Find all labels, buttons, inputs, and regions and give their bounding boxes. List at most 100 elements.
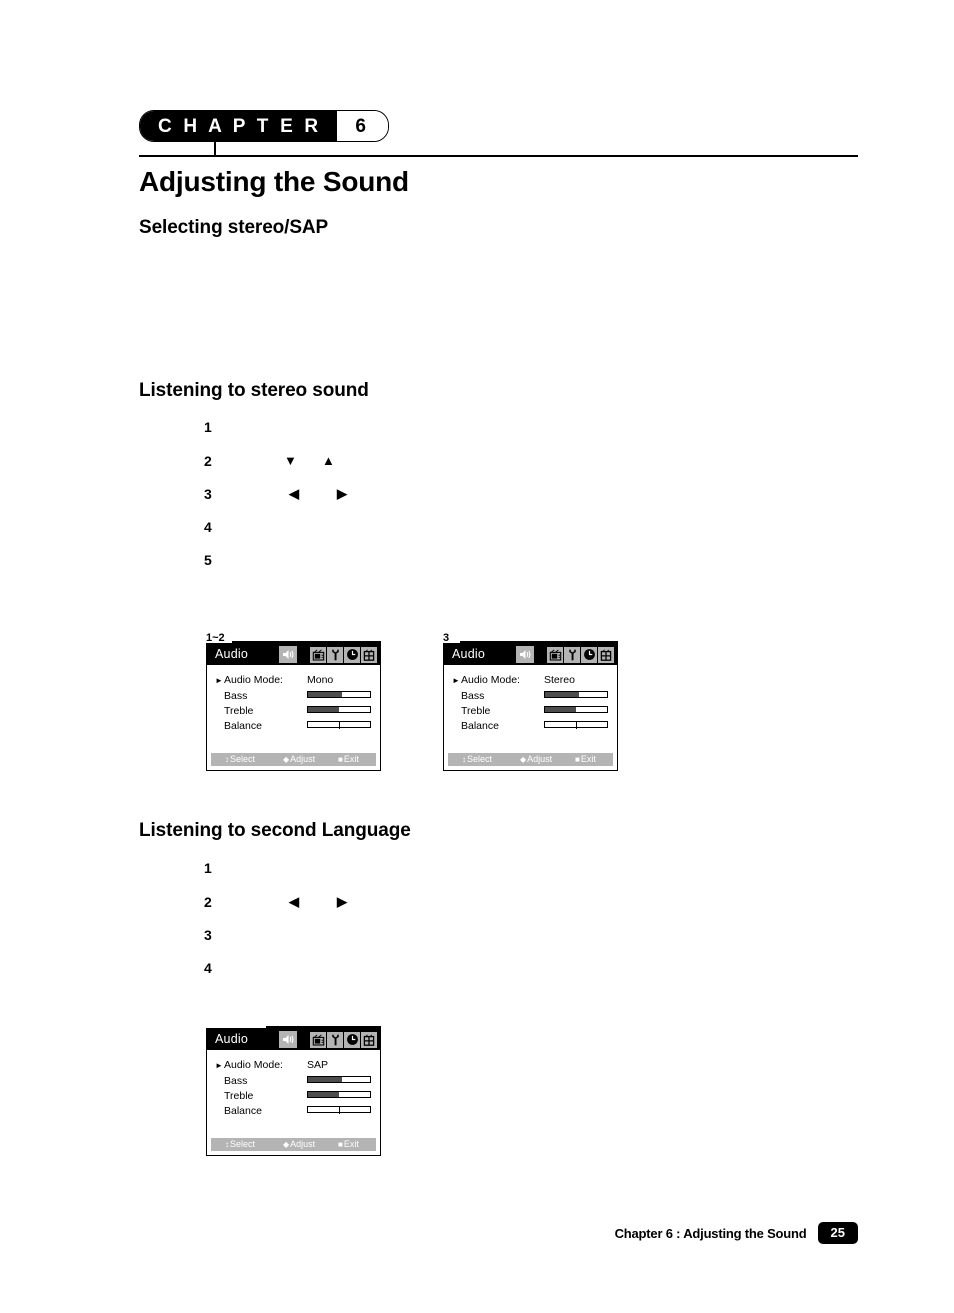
osd-footer-select[interactable]: ↕ Select [225,1140,255,1149]
stop-square-icon: ■ [338,1139,343,1149]
osd-title: Audio [215,647,248,662]
treble-slider[interactable] [307,1091,371,1098]
osd-footer: ↕ Select ◆ Adjust ■ Exit [211,1138,376,1151]
section-heading-stereo: Listening to stereo sound [139,380,369,401]
page-title: Adjusting the Sound [139,166,409,197]
osd-footer-select[interactable]: ↕ Select [462,755,492,764]
speaker-volume-icon[interactable] [279,646,297,663]
osd-value-audio-mode: Stereo [544,674,575,687]
channel-grid-icon[interactable] [598,646,614,663]
arrow-up-icon: ▲ [322,453,335,468]
selection-caret-icon: ► [215,1061,223,1070]
step-number: 2 [204,894,212,910]
step-number: 4 [204,519,212,535]
osd-footer-exit[interactable]: ■ Exit [338,1140,359,1149]
balance-slider[interactable] [544,720,608,729]
osd-footer-select-label: Select [230,754,256,764]
list-item: 4 [204,517,234,537]
bass-slider-fill [308,692,343,697]
stop-square-icon: ■ [575,754,580,764]
osd-body: ► Audio Mode: SAP Bass Treble Balance ↕ … [207,1050,380,1155]
arrow-left-icon: ◀ [289,486,299,501]
osd-label-treble: Treble [224,705,254,718]
page-subtitle: Selecting stereo/SAP [139,217,329,238]
header-tick [214,139,216,156]
list-item: 2 ◀ ▶ [204,892,347,912]
list-item: 1 [204,417,234,437]
balance-slider[interactable] [307,1105,371,1114]
clock-timer-icon[interactable] [581,646,597,663]
osd-footer-exit-label: Exit [343,754,359,764]
osd-footer-select[interactable]: ↕ Select [225,755,255,764]
osd-row-audio-mode[interactable]: ► Audio Mode: Mono [207,674,380,687]
osd-label-balance: Balance [461,720,499,733]
selection-caret-icon: ► [215,676,223,685]
osd-row-audio-mode[interactable]: ► Audio Mode: SAP [207,1059,380,1072]
balance-slider-mark [339,1105,341,1114]
osd-label-treble: Treble [461,705,491,718]
wrench-setup-icon[interactable] [564,646,580,663]
osd-tab-strip[interactable] [547,646,614,663]
channel-grid-icon[interactable] [361,646,377,663]
clock-timer-icon[interactable] [344,646,360,663]
arrow-right-icon: ▶ [337,894,347,909]
osd-panel: Audio [206,1028,381,1156]
tv-icon[interactable] [310,1031,326,1048]
tv-icon[interactable] [547,646,563,663]
osd-label-bass: Bass [224,1075,248,1088]
osd-footer-adjust[interactable]: ◆ Adjust [283,1140,315,1149]
osd-tab-strip[interactable] [310,1031,377,1048]
bass-slider[interactable] [544,691,608,698]
arrow-right-icon: ▶ [337,486,347,501]
osd-footer-exit[interactable]: ■ Exit [338,755,359,764]
osd-row-audio-mode[interactable]: ► Audio Mode: Stereo [444,674,617,687]
osd-label-treble: Treble [224,1090,254,1103]
osd-titlebar: Audio [207,1029,380,1050]
header-rule [139,155,858,157]
osd-label-audio-mode: Audio Mode: [224,1059,283,1072]
step-number: 2 [204,453,212,469]
osd-footer-adjust[interactable]: ◆ Adjust [520,755,552,764]
list-item: 4 [204,958,234,978]
up-down-arrow-icon: ↕ [225,1139,229,1149]
wrench-setup-icon[interactable] [327,1031,343,1048]
list-item: 3 [204,925,234,945]
osd-panel: Audio [206,643,381,771]
osd-title: Audio [452,647,485,662]
osd-footer-adjust[interactable]: ◆ Adjust [283,755,315,764]
treble-slider[interactable] [307,706,371,713]
page-footer-text: Chapter 6 : Adjusting the Sound [614,1225,807,1241]
balance-slider[interactable] [307,720,371,729]
clock-timer-icon[interactable] [344,1031,360,1048]
list-item: 5 [204,550,234,570]
chapter-badge: C H A P T E R 6 [139,110,389,142]
balance-slider-mark [576,720,578,729]
bass-slider[interactable] [307,1076,371,1083]
page-number-badge: 25 [817,1222,858,1244]
speaker-volume-icon[interactable] [279,1031,297,1048]
arrow-down-icon: ▼ [284,453,297,468]
osd-footer: ↕ Select ◆ Adjust ■ Exit [211,753,376,766]
treble-slider[interactable] [544,706,608,713]
osd-footer-exit[interactable]: ■ Exit [575,755,596,764]
osd-footer-select-label: Select [467,754,493,764]
channel-grid-icon[interactable] [361,1031,377,1048]
osd-panel: Audio [443,643,618,771]
osd-label-audio-mode: Audio Mode: [461,674,520,687]
list-item: 2 ▼ ▲ [204,451,335,471]
osd-footer-adjust-label: Adjust [527,754,553,764]
osd-body: ► Audio Mode: Stereo Bass Treble Balance [444,665,617,770]
osd-label-audio-mode: Audio Mode: [224,674,283,687]
speaker-volume-icon[interactable] [516,646,534,663]
osd-figure-stereo: 3 Audio ► Audio Mode: Stereo Bass Treble… [443,632,618,772]
osd-figure-sap: Audio ► Audio Mode: SAP Bass Treble Bala… [206,1017,381,1157]
tv-icon[interactable] [310,646,326,663]
osd-footer-adjust-label: Adjust [290,1139,316,1149]
wrench-setup-icon[interactable] [327,646,343,663]
treble-slider-fill [308,707,339,712]
stop-square-icon: ■ [338,754,343,764]
osd-tab-strip[interactable] [310,646,377,663]
osd-titlebar: Audio [207,644,380,665]
bass-slider[interactable] [307,691,371,698]
osd-footer-exit-label: Exit [343,1139,359,1149]
